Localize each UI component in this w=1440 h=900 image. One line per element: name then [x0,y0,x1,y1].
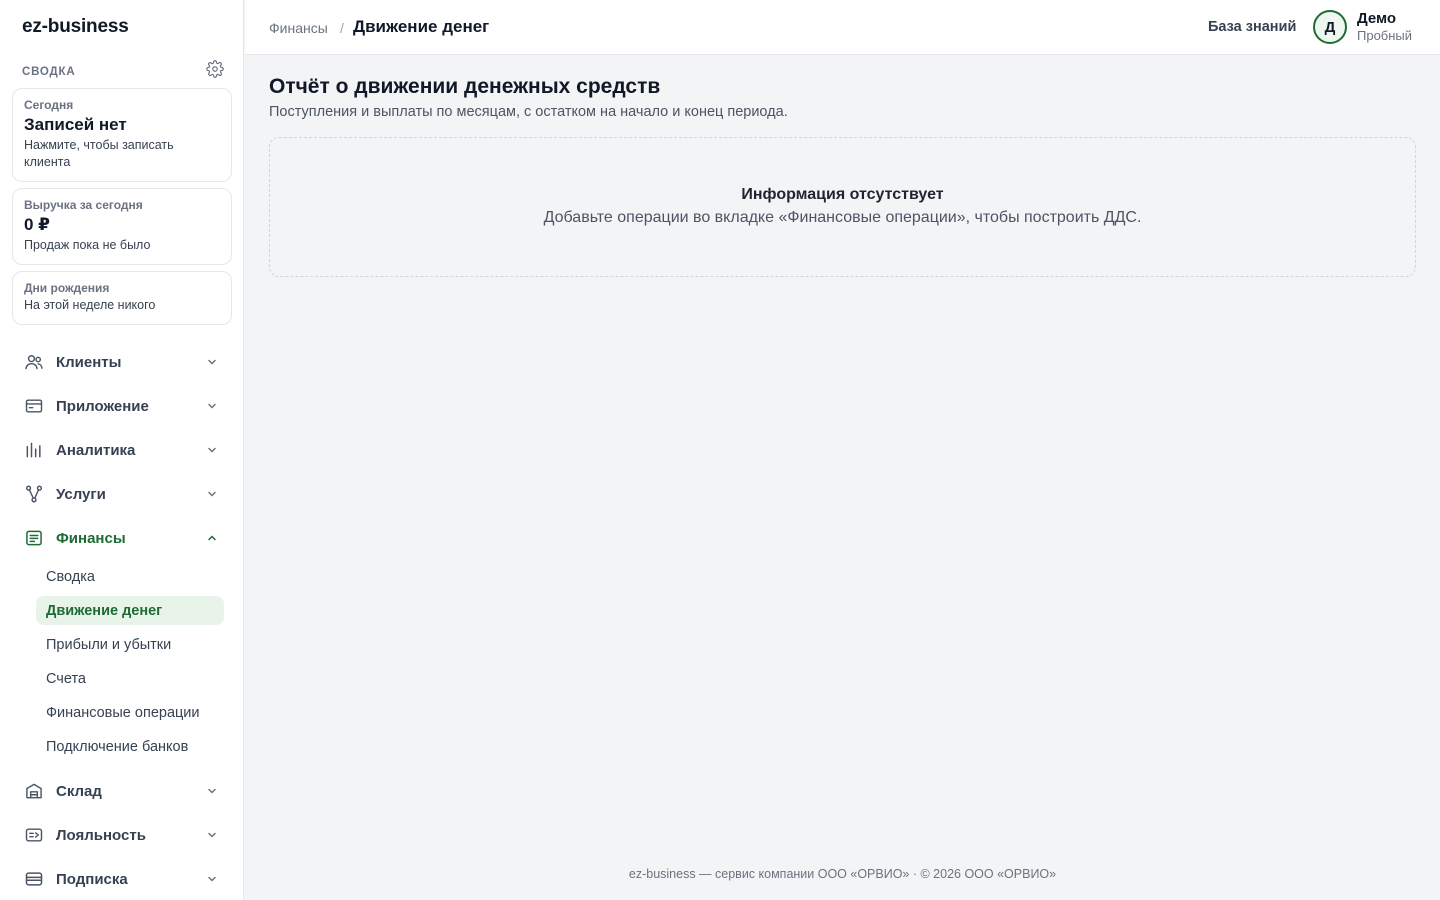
loyalty-icon [25,828,43,842]
nav-label: Склад [56,782,102,800]
finance-icon [26,530,42,546]
nav-item-clients[interactable]: Клиенты [12,344,232,380]
nav-item-services[interactable]: Услуги [12,476,232,512]
users-icon [25,355,43,370]
nav-label: Услуги [56,485,106,503]
chevron-down-icon [208,403,216,409]
nav-label: Подписка [56,870,128,888]
nav-label: Аналитика [56,441,136,459]
knowledge-base-link[interactable]: База знаний [1208,19,1296,35]
sub-item-summary[interactable]: Сводка [36,562,224,591]
user-plan: Пробный [1357,28,1413,43]
sub-item-cashflow[interactable]: Движение денег [36,596,224,625]
nav-item-warehouse[interactable]: Склад [12,773,232,809]
branch-icon [25,485,43,503]
footer: ez-business — сервис компании ООО «ОРВИО… [628,867,1057,881]
nav-label: Лояльность [56,826,146,844]
summary-header: СВОДКА [22,60,224,78]
user-name[interactable]: Демо [1357,10,1396,27]
birthdays-card[interactable]: Дни рождения На этой неделе никого [12,271,232,325]
card-icon [25,399,43,413]
nav-label: Финансы [56,529,126,547]
today-card[interactable]: Сегодня Записей нет Нажмите, чтобы запис… [12,88,232,182]
birthdays-note: На этой неделе никого [24,298,156,312]
avatar[interactable]: Д [1313,10,1347,44]
chevron-down-icon [208,832,216,838]
breadcrumb-parent[interactable]: Финансы [269,20,328,36]
sub-item-accounts[interactable]: Счета [36,664,224,693]
nav-item-subscription[interactable]: Подписка [12,861,232,897]
revenue-card[interactable]: Выручка за сегодня 0 ₽ Продаж пока не бы… [12,188,232,265]
app-logo[interactable]: ez-business [22,16,129,38]
page-subtitle: Поступления и выплаты по месяцам, с оста… [269,104,788,120]
nav-label: Приложение [56,397,149,415]
empty-state-title: Информация отсутствует [741,186,944,203]
sub-item-operations[interactable]: Финансовые операции [36,698,224,727]
sub-item-banks[interactable]: Подключение банков [36,732,224,761]
nav-item-app[interactable]: Приложение [12,388,232,424]
chevron-down-icon [208,447,216,453]
sub-item-pnl[interactable]: Прибыли и убытки [36,630,224,659]
chevron-down-icon [208,788,216,794]
revenue-label: Выручка за сегодня [24,198,143,212]
chevron-up-icon [208,535,216,541]
subscription-icon [25,872,43,886]
revenue-note: Продаж пока не было [24,238,151,252]
revenue-value: 0 ₽ [24,215,51,234]
bar-chart-icon [26,442,41,458]
nav-item-finance[interactable]: Финансы [12,520,232,556]
today-note: Нажмите, чтобы записать клиента [24,138,174,169]
gear-icon[interactable] [206,60,224,78]
chevron-down-icon [208,876,216,882]
chevron-down-icon [208,491,216,497]
sidebar: ez-business СВОДКА Сегодня Записей нет Н… [0,0,244,900]
breadcrumb-separator: / [340,20,344,36]
birthdays-label: Дни рождения [24,281,110,295]
today-value: Записей нет [24,115,127,134]
chevron-down-icon [208,359,216,365]
summary-title: СВОДКА [22,66,76,78]
breadcrumb-current: Движение денег [353,17,490,36]
nav-item-loyalty[interactable]: Лояльность [12,817,232,853]
page-title: Отчёт о движении денежных средств [269,75,661,98]
warehouse-icon [26,783,42,799]
nav-item-analytics[interactable]: Аналитика [12,432,232,468]
empty-state: Информация отсутствует Добавьте операции… [269,137,1416,277]
empty-state-text: Добавьте операции во вкладке «Финансовые… [543,209,1142,226]
topbar: Финансы / Движение денег База знаний Д Д… [245,0,1440,55]
today-label: Сегодня [24,98,74,112]
nav-label: Клиенты [56,353,122,371]
